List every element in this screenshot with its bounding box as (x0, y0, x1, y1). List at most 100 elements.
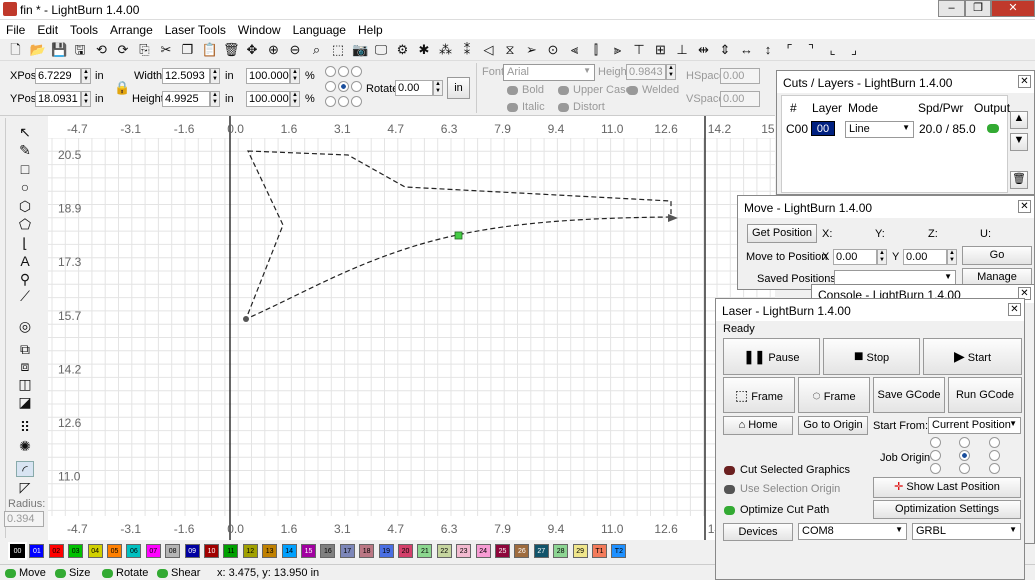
polygon-icon[interactable]: ⬡ (16, 198, 34, 214)
edit-nodes-icon[interactable]: ✎ (16, 142, 34, 158)
width-spinner[interactable]: ▲ ▼ (210, 68, 220, 84)
color-swatch-08[interactable]: 08 (165, 544, 181, 558)
trash-icon[interactable]: 🗑 (1010, 171, 1028, 189)
origin-br-radio[interactable] (351, 96, 362, 107)
move-layer-down-button[interactable]: ▼ (1010, 133, 1028, 151)
color-swatch-T2[interactable]: T2 (611, 544, 627, 558)
text-icon[interactable]: A (16, 253, 34, 269)
distribute-v-icon[interactable]: ⇕ (718, 42, 733, 57)
settings-icon[interactable]: ⚙ (395, 42, 410, 57)
zoom-frame-icon[interactable]: ⌕ (309, 42, 324, 57)
hspace-input[interactable]: 0.00 (720, 68, 760, 84)
layer-color-swatch[interactable]: 00 (811, 121, 835, 136)
send-icon[interactable]: ➢ (524, 42, 539, 57)
job-origin-ml-radio[interactable] (930, 450, 941, 461)
color-swatch-17[interactable]: 17 (339, 544, 355, 558)
align-bottom-icon[interactable]: ⊥ (675, 42, 690, 57)
color-swatch-24[interactable]: 24 (475, 544, 491, 558)
move-y-spinner[interactable]: ▲ ▼ (947, 249, 957, 265)
port-select[interactable]: COM8 ▼ (798, 523, 907, 540)
lock-icon[interactable]: 🔒 (114, 80, 130, 96)
color-swatch-02[interactable]: 02 (48, 544, 64, 558)
start-button[interactable]: ▶ Start (923, 338, 1022, 375)
rotate-input[interactable]: 0.00 (395, 80, 433, 96)
measure-icon[interactable]: ⟋ (16, 288, 34, 304)
color-swatch-25[interactable]: 25 (495, 544, 510, 558)
distribute-h-icon[interactable]: ⇹ (696, 42, 711, 57)
menu-laser-tools[interactable]: Laser Tools (159, 20, 232, 37)
ungroup-icon[interactable]: ⁑ (460, 42, 475, 57)
go-to-origin-button[interactable]: Go to Origin (798, 416, 868, 435)
table-row[interactable]: C00 00 Line ▼ 20.0 / 85.0 (782, 118, 1009, 138)
color-swatch-15[interactable]: 15 (301, 544, 316, 558)
boolean-subtract-icon[interactable]: ◫ (16, 376, 34, 392)
copy-icon[interactable]: ❐ (180, 42, 195, 57)
menu-edit[interactable]: Edit (31, 20, 64, 37)
color-swatch-20[interactable]: 20 (398, 544, 413, 558)
use-selection-origin-toggle[interactable] (724, 485, 735, 494)
move-corner-tl-icon[interactable]: ⌜ (782, 42, 797, 57)
laser-panel-close-icon[interactable]: ✕ (1008, 303, 1021, 316)
offset-icon[interactable]: ◎ (16, 318, 34, 334)
show-last-position-button[interactable]: ✛ Show Last Position (873, 477, 1021, 498)
redo-icon[interactable]: ⟳ (116, 42, 131, 57)
save-gcode-button[interactable]: Save GCode (873, 377, 945, 413)
select-icon[interactable]: ↖ (16, 124, 34, 140)
start-from-select[interactable]: Current Position ▼ (928, 417, 1021, 434)
origin-bl-radio[interactable] (325, 96, 336, 107)
menu-help[interactable]: Help (352, 20, 389, 37)
shear-toggle[interactable] (157, 569, 168, 578)
job-origin-bl-radio[interactable] (930, 463, 941, 474)
job-origin-bc-radio[interactable] (959, 463, 970, 474)
zoom-in-icon[interactable]: ⊕ (266, 42, 281, 57)
distort-toggle[interactable] (558, 103, 569, 112)
job-origin-br-radio[interactable] (989, 463, 1000, 474)
color-swatch-23[interactable]: 23 (456, 544, 472, 558)
save-file-icon[interactable]: 💾 (51, 42, 67, 57)
units-button[interactable]: in (447, 77, 470, 99)
color-swatch-06[interactable]: 06 (126, 544, 142, 558)
delete-icon[interactable]: 🗑 (223, 42, 240, 57)
import-icon[interactable]: ⎘ (137, 42, 152, 57)
canvas-grid[interactable]: -4.7 -4.7 -3.1 -3.1 -1.6 -1.6 0.0 0.0 1.6 1.6 3.1 3… (48, 116, 785, 540)
frame-circle-button[interactable]: ◌ Frame (798, 377, 870, 413)
menu-window[interactable]: Window (232, 20, 287, 37)
color-swatch-27[interactable]: 27 (533, 544, 549, 558)
run-gcode-button[interactable]: Run GCode (948, 377, 1022, 413)
color-swatch-05[interactable]: 05 (107, 544, 122, 558)
maximize-button[interactable]: ❐ (965, 0, 991, 17)
menu-file[interactable]: File (0, 20, 31, 37)
position-laser-icon[interactable]: ⚲ (16, 271, 34, 287)
zoom-out-icon[interactable]: ⊖ (288, 42, 303, 57)
home-button[interactable]: ⌂ Home (723, 416, 793, 435)
ypos-input[interactable]: 18.0931 (35, 91, 81, 107)
upper-case-toggle[interactable] (558, 86, 569, 95)
color-swatch-04[interactable]: 04 (87, 544, 103, 558)
color-swatch-T1[interactable]: T1 (592, 544, 607, 558)
boolean-intersect-icon[interactable]: ◪ (16, 394, 34, 410)
color-swatch-14[interactable]: 14 (281, 544, 297, 558)
undo-icon[interactable]: ⟲ (94, 42, 109, 57)
go-button[interactable]: Go (962, 246, 1032, 265)
align-middle-icon[interactable]: ⊞ (653, 42, 668, 57)
origin-tl-radio[interactable] (325, 66, 336, 77)
color-swatch-19[interactable]: 19 (378, 544, 394, 558)
font-height-input[interactable]: 0.9843 (626, 64, 666, 80)
color-swatch-21[interactable]: 21 (417, 544, 433, 558)
open-file-icon[interactable]: 📂 (30, 42, 46, 57)
center-icon[interactable]: ⊙ (546, 42, 561, 57)
move-corner-br-icon[interactable]: ⌟ (847, 42, 862, 57)
polygon-shape-icon[interactable]: ⬠ (16, 216, 34, 232)
cut-icon[interactable]: ✂ (159, 42, 174, 57)
align-center-icon[interactable]: ⫿ (589, 42, 604, 57)
move-panel-close-icon[interactable]: ✕ (1018, 200, 1031, 213)
font-height-spinner[interactable]: ▲ ▼ (666, 64, 676, 80)
job-origin-tl-radio[interactable] (930, 437, 941, 448)
origin-bc-radio[interactable] (338, 96, 349, 107)
color-swatch-28[interactable]: 28 (553, 544, 569, 558)
get-position-button[interactable]: Get Position (747, 224, 817, 243)
corner-chamfer-icon[interactable]: ◸ (16, 479, 34, 495)
origin-center-radio[interactable] (338, 81, 349, 92)
ellipse-icon[interactable]: ○ (16, 179, 34, 195)
devices-button[interactable]: Devices (723, 523, 793, 541)
